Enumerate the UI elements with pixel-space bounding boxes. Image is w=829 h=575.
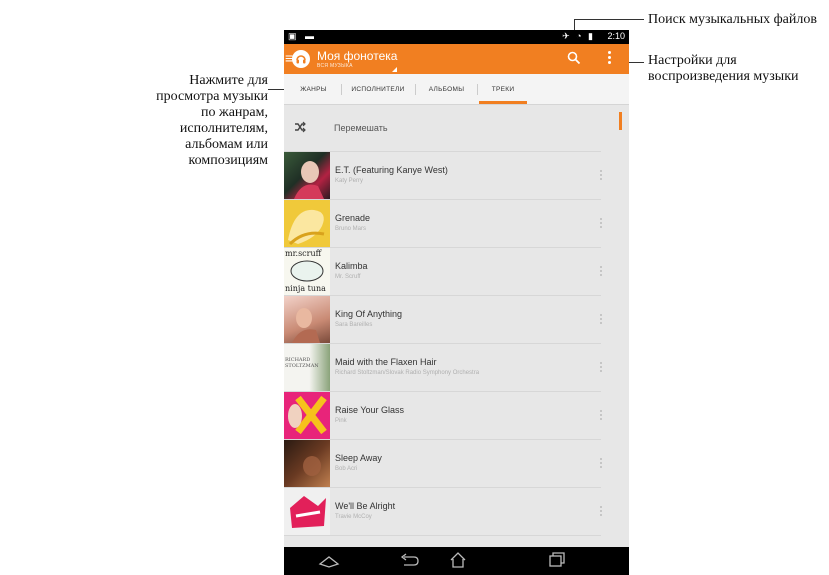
track-menu-icon[interactable] (600, 314, 603, 326)
headphones-icon[interactable] (292, 50, 310, 68)
tab-genres[interactable]: ЖАНРЫ (291, 74, 336, 104)
dropdown-caret-icon[interactable] (392, 67, 397, 72)
collapse-icon[interactable] (318, 551, 340, 574)
track-row[interactable]: RICHARD STOLTZMAN Maid with the Flaxen H… (284, 344, 603, 392)
track-title: King Of Anything (335, 309, 403, 319)
shuffle-label: Перемешать (334, 123, 388, 133)
track-menu-icon[interactable] (600, 170, 603, 182)
scrollbar[interactable] (619, 112, 622, 130)
track-row[interactable]: Sleep Away Bob Acri (284, 440, 603, 488)
track-title: Grenade (335, 213, 371, 223)
status-bar: ▣ ▬ ✈ ◔ ▮ 2:10 (284, 30, 629, 44)
track-row[interactable]: Raise Your Glass Pink (284, 392, 603, 440)
track-menu-icon[interactable] (600, 362, 603, 374)
album-cover (284, 392, 330, 439)
track-artist: Travie McCoy (335, 514, 372, 520)
notification-icons: ▣ ▬ (288, 31, 318, 41)
album-cover (284, 488, 330, 535)
shuffle-row[interactable]: Перемешать (284, 105, 601, 152)
system-icons: ✈ ◔ ▮ (562, 31, 595, 41)
track-title: Maid with the Flaxen Hair (335, 357, 437, 367)
category-tabs: ЖАНРЫ ИСПОЛНИТЕЛИ АЛЬБОМЫ ТРЕКИ (284, 74, 629, 105)
album-cover (284, 200, 330, 247)
track-artist: Bob Acri (335, 466, 358, 472)
track-menu-icon[interactable] (600, 506, 603, 518)
track-row[interactable]: King Of Anything Sara Bareilles (284, 296, 603, 344)
recent-apps-icon[interactable] (546, 551, 568, 574)
track-row[interactable]: mr.scruff ninja tuna Kalimba Mr. Scruff (284, 248, 603, 296)
track-title: Raise Your Glass (335, 405, 405, 415)
track-menu-icon[interactable] (600, 218, 603, 230)
tab-albums[interactable]: АЛЬБОМЫ (419, 74, 474, 104)
search-connector-horizontal (574, 19, 644, 20)
track-title: E.T. (Featuring Kanye West) (335, 165, 448, 175)
track-menu-icon[interactable] (600, 266, 603, 278)
track-artist: Mr. Scruff (335, 274, 361, 280)
shuffle-icon (294, 120, 306, 138)
tab-artists[interactable]: ИСПОЛНИТЕЛИ (344, 74, 412, 104)
library-subtitle: ВСЯ МУЗЫКА (317, 63, 353, 69)
track-menu-icon[interactable] (600, 458, 603, 470)
search-icon[interactable] (567, 51, 581, 70)
track-title: We'll Be Alright (335, 501, 396, 511)
track-list[interactable]: Перемешать E.T. (Featuring Kanye West) K… (284, 105, 629, 547)
cover-text: ninja tuna (285, 284, 326, 293)
track-artist: Pink (335, 418, 347, 424)
back-icon[interactable] (398, 551, 420, 574)
library-title[interactable]: Моя фонотека (317, 49, 397, 63)
album-cover: mr.scruff ninja tuna (284, 248, 330, 295)
track-artist: Bruno Mars (335, 226, 367, 232)
clock: 2:10 (607, 31, 625, 41)
search-callout: Поиск музыкальных файлов (648, 12, 817, 27)
navigation-bar (284, 547, 629, 575)
album-cover: RICHARD STOLTZMAN (284, 344, 330, 391)
overflow-menu-icon[interactable] (608, 51, 612, 66)
track-artist: Katy Perry (335, 178, 364, 184)
phone-screen: ▣ ▬ ✈ ◔ ▮ 2:10 ≡ Моя фонотека ВСЯ МУЗЫКА… (284, 30, 629, 575)
track-row[interactable]: We'll Be Alright Travie McCoy (284, 488, 603, 536)
album-cover (284, 296, 330, 343)
settings-callout: Настройки для воспроизведения музыки (648, 53, 799, 84)
track-row[interactable]: E.T. (Featuring Kanye West) Katy Perry (284, 152, 603, 200)
album-cover (284, 152, 330, 199)
track-title: Kalimba (335, 261, 368, 271)
track-menu-icon[interactable] (600, 410, 603, 422)
browse-callout: Нажмите для просмотра музыки по жанрам, … (156, 73, 268, 168)
track-row[interactable]: Grenade Bruno Mars (284, 200, 603, 248)
album-cover (284, 440, 330, 487)
cover-text: STOLTZMAN (285, 363, 319, 369)
track-title: Sleep Away (335, 453, 382, 463)
track-artist: Sara Bareilles (335, 322, 373, 328)
tab-tracks[interactable]: ТРЕКИ (479, 74, 527, 104)
action-bar: ≡ Моя фонотека ВСЯ МУЗЫКА (284, 44, 629, 74)
home-icon[interactable] (447, 551, 469, 574)
track-artist: Richard Stoltzman/Slovak Radio Symphony … (335, 370, 480, 376)
